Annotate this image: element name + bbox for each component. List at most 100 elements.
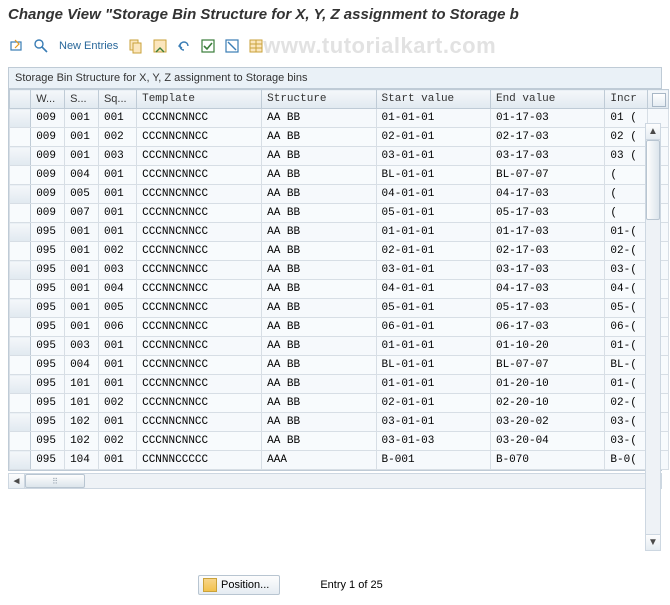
table-row[interactable]: 095104001CCNNNCCCCC AAAB-001B-070B-0(	[10, 451, 669, 470]
cell-incr[interactable]: 04-(	[605, 280, 647, 299]
cell-structure[interactable]: AA BB	[262, 337, 376, 356]
cell-start[interactable]: 01-01-01	[376, 375, 490, 394]
col-structure[interactable]: Structure	[262, 90, 376, 109]
cell-incr[interactable]: 01-(	[605, 223, 647, 242]
cell-s[interactable]: 003	[65, 337, 99, 356]
table-row[interactable]: 095101001CCCNNCNNCC AA BB01-01-0101-20-1…	[10, 375, 669, 394]
row-selector[interactable]	[10, 242, 31, 261]
cell-w[interactable]: 095	[31, 432, 65, 451]
cell-s[interactable]: 007	[65, 204, 99, 223]
scroll-down-icon[interactable]: ▼	[646, 534, 660, 550]
cell-s[interactable]: 001	[65, 280, 99, 299]
table-row[interactable]: 009004001CCCNNCNNCC AA BBBL-01-01BL-07-0…	[10, 166, 669, 185]
row-selector[interactable]	[10, 299, 31, 318]
cell-w[interactable]: 095	[31, 223, 65, 242]
cell-w[interactable]: 009	[31, 166, 65, 185]
cell-sq[interactable]: 004	[98, 280, 136, 299]
cell-start[interactable]: 04-01-01	[376, 185, 490, 204]
cell-sq[interactable]: 002	[98, 432, 136, 451]
cell-sq[interactable]: 001	[98, 223, 136, 242]
cell-end[interactable]: BL-07-07	[490, 356, 604, 375]
cell-sq[interactable]: 001	[98, 413, 136, 432]
cell-sq[interactable]: 002	[98, 242, 136, 261]
cell-structure[interactable]: AA BB	[262, 375, 376, 394]
cell-sq[interactable]: 006	[98, 318, 136, 337]
find-icon[interactable]	[32, 37, 50, 55]
cell-w[interactable]: 095	[31, 451, 65, 470]
cell-structure[interactable]: AA BB	[262, 318, 376, 337]
cell-incr[interactable]: 02-(	[605, 394, 647, 413]
cell-sq[interactable]: 001	[98, 451, 136, 470]
cell-template[interactable]: CCCNNCNNCC	[137, 337, 262, 356]
cell-end[interactable]: 05-17-03	[490, 299, 604, 318]
cell-w[interactable]: 095	[31, 394, 65, 413]
cell-template[interactable]: CCCNNCNNCC	[137, 394, 262, 413]
cell-incr[interactable]: 01-(	[605, 337, 647, 356]
cell-s[interactable]: 104	[65, 451, 99, 470]
position-button[interactable]: Position...	[198, 575, 280, 595]
scroll-left-icon[interactable]: ◄	[9, 474, 25, 488]
cell-s[interactable]: 001	[65, 318, 99, 337]
cell-structure[interactable]: AA BB	[262, 223, 376, 242]
cell-template[interactable]: CCCNNCNNCC	[137, 280, 262, 299]
cell-s[interactable]: 004	[65, 356, 99, 375]
cell-end[interactable]: 03-17-03	[490, 147, 604, 166]
cell-s[interactable]: 001	[65, 299, 99, 318]
cell-s[interactable]: 001	[65, 242, 99, 261]
cell-structure[interactable]: AA BB	[262, 280, 376, 299]
cell-start[interactable]: 01-01-01	[376, 109, 490, 128]
row-selector[interactable]	[10, 413, 31, 432]
cell-sq[interactable]: 005	[98, 299, 136, 318]
cell-incr[interactable]: 03 (	[605, 147, 647, 166]
hscroll-track[interactable]	[25, 474, 645, 488]
cell-template[interactable]: CCCNNCNNCC	[137, 318, 262, 337]
cell-sq[interactable]: 001	[98, 166, 136, 185]
cell-w[interactable]: 095	[31, 318, 65, 337]
table-row[interactable]: 095001001CCCNNCNNCC AA BB01-01-0101-17-0…	[10, 223, 669, 242]
cell-template[interactable]: CCCNNCNNCC	[137, 128, 262, 147]
table-view-icon[interactable]	[247, 37, 265, 55]
cell-incr[interactable]: 05-(	[605, 299, 647, 318]
col-incr[interactable]: Incr	[605, 90, 647, 109]
select-all-icon[interactable]	[199, 37, 217, 55]
cell-sq[interactable]: 001	[98, 109, 136, 128]
cell-structure[interactable]: AA BB	[262, 261, 376, 280]
other-view-icon[interactable]	[8, 37, 26, 55]
cell-incr[interactable]: 06-(	[605, 318, 647, 337]
table-row[interactable]: 095001003CCCNNCNNCC AA BB03-01-0103-17-0…	[10, 261, 669, 280]
table-row[interactable]: 095001002CCCNNCNNCC AA BB02-01-0102-17-0…	[10, 242, 669, 261]
cell-incr[interactable]: (	[605, 204, 647, 223]
cell-structure[interactable]: AA BB	[262, 128, 376, 147]
cell-s[interactable]: 001	[65, 223, 99, 242]
cell-template[interactable]: CCCNNCNNCC	[137, 413, 262, 432]
table-row[interactable]: 009001002CCCNNCNNCC AA BB02-01-0102-17-0…	[10, 128, 669, 147]
col-end[interactable]: End value	[490, 90, 604, 109]
cell-end[interactable]: BL-07-07	[490, 166, 604, 185]
cell-end[interactable]: 03-20-02	[490, 413, 604, 432]
cell-start[interactable]: 03-01-03	[376, 432, 490, 451]
cell-end[interactable]: 04-17-03	[490, 185, 604, 204]
cell-start[interactable]: 04-01-01	[376, 280, 490, 299]
cell-w[interactable]: 009	[31, 185, 65, 204]
cell-w[interactable]: 095	[31, 337, 65, 356]
cell-template[interactable]: CCCNNCNNCC	[137, 204, 262, 223]
cell-structure[interactable]: AA BB	[262, 166, 376, 185]
cell-start[interactable]: BL-01-01	[376, 166, 490, 185]
cell-start[interactable]: B-001	[376, 451, 490, 470]
save-variant-icon[interactable]	[151, 37, 169, 55]
cell-end[interactable]: 02-17-03	[490, 128, 604, 147]
hscroll-thumb[interactable]	[25, 474, 85, 488]
copy-icon[interactable]	[127, 37, 145, 55]
cell-start[interactable]: 02-01-01	[376, 394, 490, 413]
row-selector[interactable]	[10, 261, 31, 280]
cell-w[interactable]: 009	[31, 128, 65, 147]
cell-s[interactable]: 004	[65, 166, 99, 185]
cell-template[interactable]: CCCNNCNNCC	[137, 299, 262, 318]
cell-s[interactable]: 001	[65, 128, 99, 147]
cell-structure[interactable]: AAA	[262, 451, 376, 470]
table-row[interactable]: 095101002CCCNNCNNCC AA BB02-01-0102-20-1…	[10, 394, 669, 413]
cell-end[interactable]: 01-10-20	[490, 337, 604, 356]
row-selector[interactable]	[10, 375, 31, 394]
cell-end[interactable]: B-070	[490, 451, 604, 470]
cell-end[interactable]: 06-17-03	[490, 318, 604, 337]
